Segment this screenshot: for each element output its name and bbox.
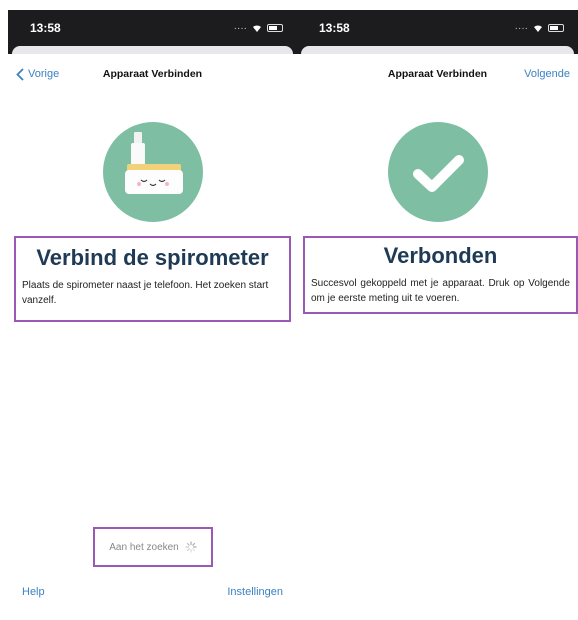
sheet-handle bbox=[297, 46, 578, 54]
confirmation-block: Verbonden Succesvol gekoppeld met je app… bbox=[303, 236, 578, 314]
searching-label: Aan het zoeken bbox=[109, 541, 179, 553]
sheet-handle bbox=[8, 46, 297, 54]
right-screen: 13:58 ···· Apparaat Verbinden Volgende V… bbox=[297, 10, 578, 610]
spinner-icon bbox=[185, 541, 197, 553]
next-button[interactable]: Volgende bbox=[524, 68, 570, 80]
status-icons: ···· bbox=[515, 23, 564, 34]
checkmark-icon bbox=[387, 122, 488, 222]
signal-icon: ···· bbox=[233, 22, 247, 34]
status-bar: 13:58 ···· bbox=[297, 10, 578, 46]
back-label: Vorige bbox=[28, 68, 60, 80]
confirmation-text: Succesvol gekoppeld met je apparaat. Dru… bbox=[311, 278, 570, 304]
nav-bar: Apparaat Verbinden Volgende bbox=[297, 54, 578, 94]
spirometer-device-icon bbox=[102, 122, 203, 222]
status-time: 13:58 bbox=[30, 21, 61, 35]
nav-bar: Vorige Apparaat Verbinden bbox=[8, 54, 297, 94]
instruction-text: Plaats de spirometer naast je telefoon. … bbox=[22, 280, 269, 306]
back-button[interactable]: Vorige bbox=[16, 67, 60, 81]
signal-icon: ···· bbox=[514, 22, 528, 34]
status-time: 13:58 bbox=[319, 21, 350, 35]
battery-icon bbox=[267, 24, 283, 32]
status-icons: ···· bbox=[234, 23, 283, 34]
battery-icon bbox=[548, 24, 564, 32]
wifi-icon bbox=[533, 24, 543, 32]
searching-status: Aan het zoeken bbox=[93, 527, 213, 567]
left-screen: 13:58 ···· Vorige Apparaat Verbinden Ver… bbox=[8, 10, 297, 610]
wifi-icon bbox=[252, 24, 262, 32]
page-title: Verbind de spirometer bbox=[36, 245, 269, 270]
instruction-block: Verbind de spirometer Plaats de spiromet… bbox=[14, 236, 291, 322]
settings-link[interactable]: Instellingen bbox=[227, 586, 283, 598]
chevron-left-icon bbox=[16, 67, 24, 81]
status-bar: 13:58 ···· bbox=[8, 10, 297, 46]
page-title: Verbonden bbox=[383, 243, 498, 268]
help-link[interactable]: Help bbox=[22, 586, 45, 598]
